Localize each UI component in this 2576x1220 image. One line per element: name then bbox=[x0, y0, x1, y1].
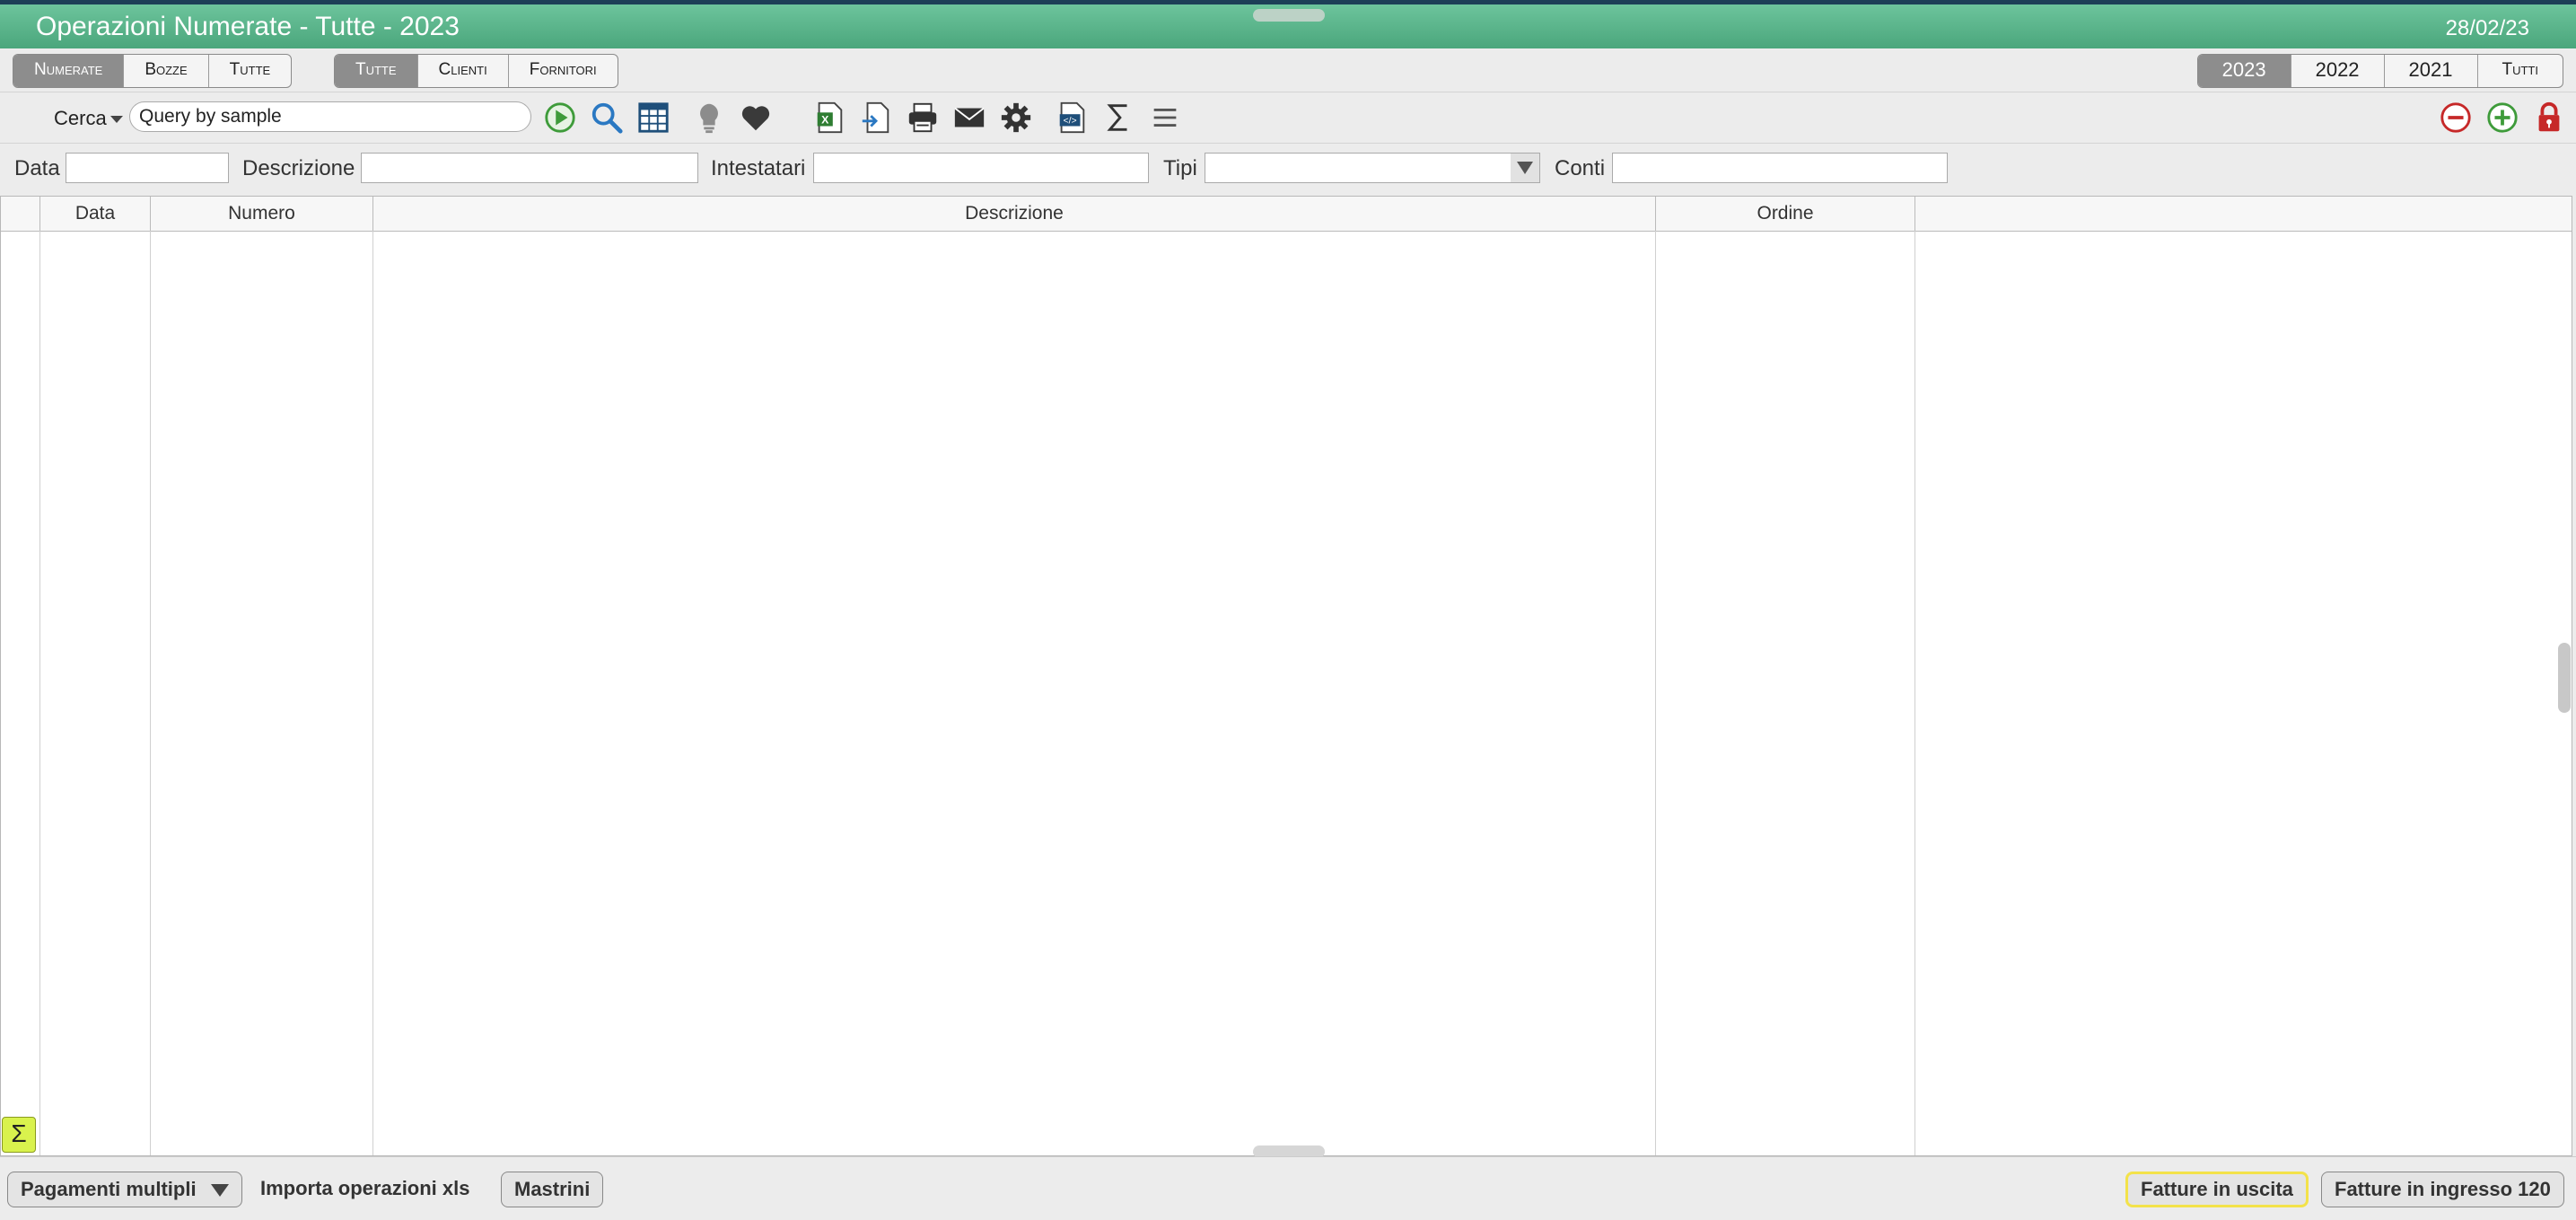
filter-intestatari-label: Intestatari bbox=[711, 156, 806, 180]
tab-party-tutte[interactable]: Tutte bbox=[335, 55, 418, 87]
query-input[interactable] bbox=[129, 101, 531, 132]
dropdown-arrow-icon bbox=[1511, 154, 1539, 182]
svg-text:X: X bbox=[821, 114, 829, 127]
filter-descrizione-label: Descrizione bbox=[242, 156, 355, 180]
tab-tutte[interactable]: Tutte bbox=[209, 55, 292, 87]
filter-tipi-select[interactable] bbox=[1205, 153, 1540, 183]
table-header: Data Numero Descrizione Ordine bbox=[1, 197, 2572, 232]
add-icon[interactable] bbox=[2484, 100, 2520, 136]
filter-row: Data Descrizione Intestatari Tipi Conti bbox=[0, 147, 2576, 194]
year-tabs: 2023 2022 2021 Tutti bbox=[2196, 54, 2563, 88]
search-toolbar: Cerca X </> bbox=[0, 92, 2576, 144]
tab-fornitori[interactable]: Fornitori bbox=[509, 55, 618, 87]
filter-intestatari-input[interactable] bbox=[813, 153, 1149, 183]
list-icon[interactable] bbox=[1147, 100, 1183, 136]
code-file-icon[interactable]: </> bbox=[1054, 100, 1090, 136]
status-filter-tabs: Numerate Bozze Tutte bbox=[13, 54, 293, 88]
remove-icon[interactable] bbox=[2438, 100, 2474, 136]
play-icon[interactable] bbox=[542, 100, 578, 136]
filter-data-label: Data bbox=[14, 156, 60, 180]
filter-conti-input[interactable] bbox=[1612, 153, 1948, 183]
cerca-menu[interactable]: Cerca bbox=[54, 107, 123, 130]
totals-button[interactable]: Σ bbox=[2, 1117, 36, 1153]
tab-year-2023[interactable]: 2023 bbox=[2197, 55, 2291, 87]
fatture-ingresso-button[interactable]: Fatture in ingresso 120 bbox=[2321, 1172, 2564, 1207]
column-header-numero[interactable]: Numero bbox=[151, 197, 373, 231]
fatture-uscita-button[interactable]: Fatture in uscita bbox=[2125, 1172, 2309, 1207]
column-header-descrizione[interactable]: Descrizione bbox=[373, 197, 1656, 231]
search-icon[interactable] bbox=[589, 100, 625, 136]
column-header-data[interactable]: Data bbox=[40, 197, 151, 231]
lock-icon[interactable] bbox=[2531, 100, 2567, 136]
tab-year-2021[interactable]: 2021 bbox=[2385, 55, 2478, 87]
import-icon[interactable] bbox=[858, 100, 894, 136]
mail-icon[interactable] bbox=[951, 100, 987, 136]
mastrini-button[interactable]: Mastrini bbox=[501, 1172, 604, 1207]
title-bar: Operazioni Numerate - Tutte - 2023 28/02… bbox=[0, 0, 2576, 48]
resize-grip[interactable] bbox=[1253, 9, 1325, 22]
print-icon[interactable] bbox=[905, 100, 941, 136]
pagamenti-multipli-label: Pagamenti multipli bbox=[21, 1178, 197, 1200]
importa-xls-button[interactable]: Importa operazioni xls bbox=[248, 1172, 483, 1207]
dropdown-arrow-icon bbox=[210, 1184, 229, 1198]
lightbulb-icon[interactable] bbox=[691, 100, 727, 136]
column-divider bbox=[150, 231, 151, 1155]
tab-numerate[interactable]: Numerate bbox=[13, 55, 125, 87]
column-divider bbox=[1655, 231, 1656, 1155]
excel-icon[interactable]: X bbox=[811, 100, 847, 136]
filter-descrizione-input[interactable] bbox=[361, 153, 698, 183]
caret-down-icon bbox=[110, 116, 123, 124]
bottom-bar: Pagamenti multipli Importa operazioni xl… bbox=[0, 1156, 2576, 1220]
window-title: Operazioni Numerate - Tutte - 2023 bbox=[36, 12, 460, 41]
cerca-label: Cerca bbox=[54, 107, 107, 129]
filter-conti-label: Conti bbox=[1555, 156, 1606, 180]
sigma-icon[interactable] bbox=[1100, 100, 1136, 136]
column-divider bbox=[1914, 231, 1915, 1155]
filter-data-input[interactable] bbox=[66, 153, 229, 183]
gear-icon[interactable] bbox=[998, 100, 1034, 136]
tab-clienti[interactable]: Clienti bbox=[418, 55, 509, 87]
svg-text:</>: </> bbox=[1064, 117, 1077, 127]
pagamenti-multipli-button[interactable]: Pagamenti multipli bbox=[7, 1172, 242, 1207]
party-filter-tabs: Tutte Clienti Fornitori bbox=[334, 54, 618, 88]
column-selector[interactable] bbox=[1, 197, 40, 231]
filter-tipi-label: Tipi bbox=[1163, 156, 1197, 180]
tab-year-2022[interactable]: 2022 bbox=[2291, 55, 2385, 87]
column-divider bbox=[39, 231, 40, 1155]
operations-table: Data Numero Descrizione Ordine bbox=[0, 196, 2572, 1156]
vertical-scrollbar[interactable] bbox=[2558, 643, 2571, 713]
column-header-ordine[interactable]: Ordine bbox=[1656, 197, 1915, 231]
current-date: 28/02/23 bbox=[2445, 16, 2529, 40]
heart-icon[interactable] bbox=[738, 100, 774, 136]
column-divider bbox=[372, 231, 373, 1155]
table-icon[interactable] bbox=[635, 100, 671, 136]
tab-bozze[interactable]: Bozze bbox=[124, 55, 209, 87]
tab-year-tutti[interactable]: Tutti bbox=[2478, 55, 2563, 87]
